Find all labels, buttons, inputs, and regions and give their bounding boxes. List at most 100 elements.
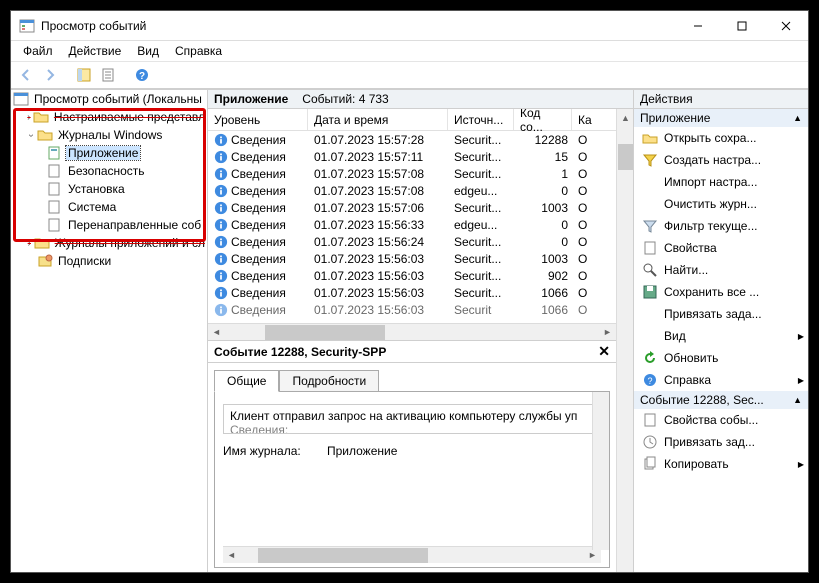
vertical-scrollbar[interactable]: ▲	[616, 109, 633, 572]
properties-icon	[642, 412, 658, 428]
tree-security[interactable]: Безопасность	[11, 162, 207, 180]
help-icon: ?	[642, 372, 658, 388]
scroll-thumb[interactable]	[265, 325, 385, 340]
action-create-custom[interactable]: Создать настра...	[634, 149, 808, 171]
tree-setup[interactable]: Установка	[11, 180, 207, 198]
blank-icon	[642, 306, 658, 322]
log-icon	[47, 145, 63, 161]
show-hide-tree-button[interactable]	[73, 64, 95, 86]
action-refresh[interactable]: Обновить	[634, 347, 808, 369]
action-import-custom[interactable]: Импорт настра...	[634, 171, 808, 193]
tree-forwarded[interactable]: Перенаправленные соб	[11, 216, 207, 234]
col-eventid[interactable]: Код со...	[514, 109, 572, 130]
table-row[interactable]: Сведения01.07.2023 15:56:03Securit...100…	[208, 250, 616, 267]
log-icon	[47, 181, 63, 197]
separator	[123, 65, 127, 85]
details-hscrollbar[interactable]: ◄ ►	[223, 546, 601, 563]
horizontal-scrollbar[interactable]: ◄ ►	[208, 323, 616, 340]
scroll-right-icon[interactable]: ►	[599, 324, 616, 341]
minimize-button[interactable]	[676, 12, 720, 40]
scroll-left-icon[interactable]: ◄	[208, 324, 225, 341]
expander-icon[interactable]: ›	[25, 112, 33, 123]
action-attach-task[interactable]: Привязать зада...	[634, 303, 808, 325]
close-button[interactable]	[764, 12, 808, 40]
table-row[interactable]: Сведения01.07.2023 15:56:03Securit...106…	[208, 284, 616, 301]
action-save-all[interactable]: Сохранить все ...	[634, 281, 808, 303]
table-row[interactable]: Сведения01.07.2023 15:56:03Securit...902…	[208, 267, 616, 284]
tree-root[interactable]: Просмотр событий (Локальны	[11, 90, 207, 108]
app-icon	[19, 18, 35, 34]
tree-system[interactable]: Система	[11, 198, 207, 216]
tree-panel: Просмотр событий (Локальны › Настраиваем…	[11, 90, 208, 572]
details-vscrollbar[interactable]	[592, 392, 609, 550]
table-row[interactable]: Сведения01.07.2023 15:57:08edgeu...0О	[208, 182, 616, 199]
menu-bar: Файл Действие Вид Справка	[11, 41, 808, 61]
action-copy[interactable]: Копировать▶	[634, 453, 808, 475]
svg-text:?: ?	[647, 376, 652, 386]
log-icon	[47, 199, 63, 215]
actions-pane: Действия Приложение▲ Открыть сохра... Со…	[634, 90, 808, 572]
table-row[interactable]: Сведения01.07.2023 15:57:06Securit...100…	[208, 199, 616, 216]
collapse-icon[interactable]: ▲	[793, 113, 802, 123]
actions-group-event[interactable]: Событие 12288, Sec...▲	[634, 391, 808, 409]
col-category[interactable]: Ка	[572, 109, 596, 130]
details-tabs: Общие Подробности	[208, 363, 616, 391]
info-icon	[214, 150, 228, 164]
tab-general[interactable]: Общие	[214, 370, 279, 392]
action-find[interactable]: Найти...	[634, 259, 808, 281]
scroll-thumb[interactable]	[618, 144, 633, 170]
event-viewer-window: { "titlebar": { "title": "Просмотр событ…	[10, 10, 809, 573]
table-row[interactable]: Сведения01.07.2023 15:56:24Securit...0О	[208, 233, 616, 250]
action-open-saved[interactable]: Открыть сохра...	[634, 127, 808, 149]
blank-icon	[642, 196, 658, 212]
properties-icon	[642, 240, 658, 256]
action-view[interactable]: Вид▶	[634, 325, 808, 347]
menu-help[interactable]: Справка	[167, 43, 230, 59]
tree-custom-views[interactable]: › Настраиваемые представл	[11, 108, 207, 126]
body: Просмотр событий (Локальны › Настраиваем…	[11, 89, 808, 572]
scroll-thumb[interactable]	[258, 548, 428, 563]
table-row[interactable]: Сведения01.07.2023 15:56:03Securit1066О	[208, 301, 616, 318]
eventviewer-icon	[13, 91, 29, 107]
expander-icon[interactable]: ›	[25, 238, 34, 249]
tree-windows-logs[interactable]: › Журналы Windows	[11, 126, 207, 144]
info-icon	[214, 184, 228, 198]
action-help[interactable]: ?Справка▶	[634, 369, 808, 391]
forward-button[interactable]	[39, 64, 61, 86]
properties-button[interactable]	[97, 64, 119, 86]
menu-action[interactable]: Действие	[61, 43, 130, 59]
col-datetime[interactable]: Дата и время	[308, 109, 448, 130]
filter-icon	[642, 218, 658, 234]
back-button[interactable]	[15, 64, 37, 86]
scroll-left-icon[interactable]: ◄	[223, 547, 240, 564]
menu-file[interactable]: Файл	[15, 43, 61, 59]
col-level[interactable]: Уровень	[208, 109, 308, 130]
tree-subscriptions[interactable]: Подписки	[11, 252, 207, 270]
tab-details[interactable]: Подробности	[279, 370, 379, 392]
scroll-up-icon[interactable]: ▲	[617, 109, 633, 126]
actions-group-application[interactable]: Приложение▲	[634, 109, 808, 127]
action-properties[interactable]: Свойства	[634, 237, 808, 259]
table-row[interactable]: Сведения01.07.2023 15:57:08Securit...1О	[208, 165, 616, 182]
close-details-button[interactable]: ✕	[598, 343, 610, 360]
action-attach-task-event[interactable]: Привязать зад...	[634, 431, 808, 453]
col-source[interactable]: Источн...	[448, 109, 514, 130]
filter-icon	[642, 152, 658, 168]
submenu-arrow-icon: ▶	[798, 376, 804, 385]
table-row[interactable]: Сведения01.07.2023 15:57:11Securit...15О	[208, 148, 616, 165]
info-icon	[214, 218, 228, 232]
tree-application[interactable]: Приложение	[11, 144, 207, 162]
expander-icon[interactable]: ›	[26, 129, 37, 141]
help-button[interactable]: ?	[131, 64, 153, 86]
menu-view[interactable]: Вид	[129, 43, 167, 59]
action-event-properties[interactable]: Свойства собы...	[634, 409, 808, 431]
maximize-button[interactable]	[720, 12, 764, 40]
content-header: Приложение Событий: 4 733	[208, 90, 633, 109]
action-filter-log[interactable]: Фильтр текуще...	[634, 215, 808, 237]
info-icon	[214, 167, 228, 181]
tree-app-service-logs[interactable]: › Журналы приложений и сл	[11, 234, 207, 252]
action-clear-log[interactable]: Очистить журн...	[634, 193, 808, 215]
table-row[interactable]: Сведения01.07.2023 15:56:33edgeu...0О	[208, 216, 616, 233]
table-row[interactable]: Сведения01.07.2023 15:57:28Securit...122…	[208, 131, 616, 148]
collapse-icon[interactable]: ▲	[793, 395, 802, 405]
